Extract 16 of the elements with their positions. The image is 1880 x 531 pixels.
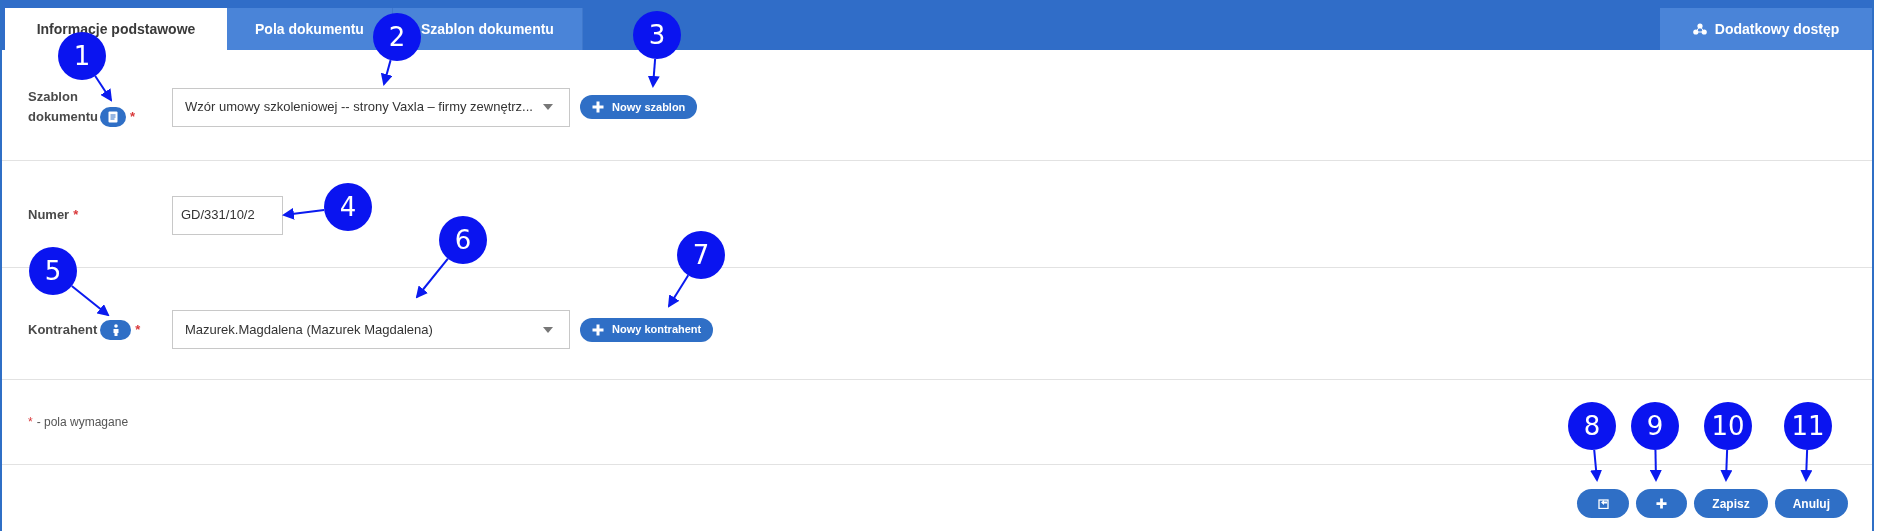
field-label: Numer [28,207,70,223]
callout-tooltip: 8 [1568,402,1616,450]
field-label: Kontrahent [28,320,98,339]
required-mark: * [135,320,141,339]
callout-tooltip: 6 [439,216,487,264]
required-mark: * [73,207,79,223]
callout-tooltip: 10 [1704,402,1752,450]
required-note: - pola wymagane [36,414,129,431]
callout-tooltip: 4 [324,183,372,231]
callout-tooltip: 5 [29,247,77,295]
callout-tooltip: 9 [1631,402,1679,450]
required-mark: * [28,414,33,431]
field-label: Szablon dokumentu [28,88,100,126]
callout-tooltip: 11 [1784,402,1832,450]
required-mark: * [130,108,136,126]
callout-tooltip: 7 [677,231,725,279]
